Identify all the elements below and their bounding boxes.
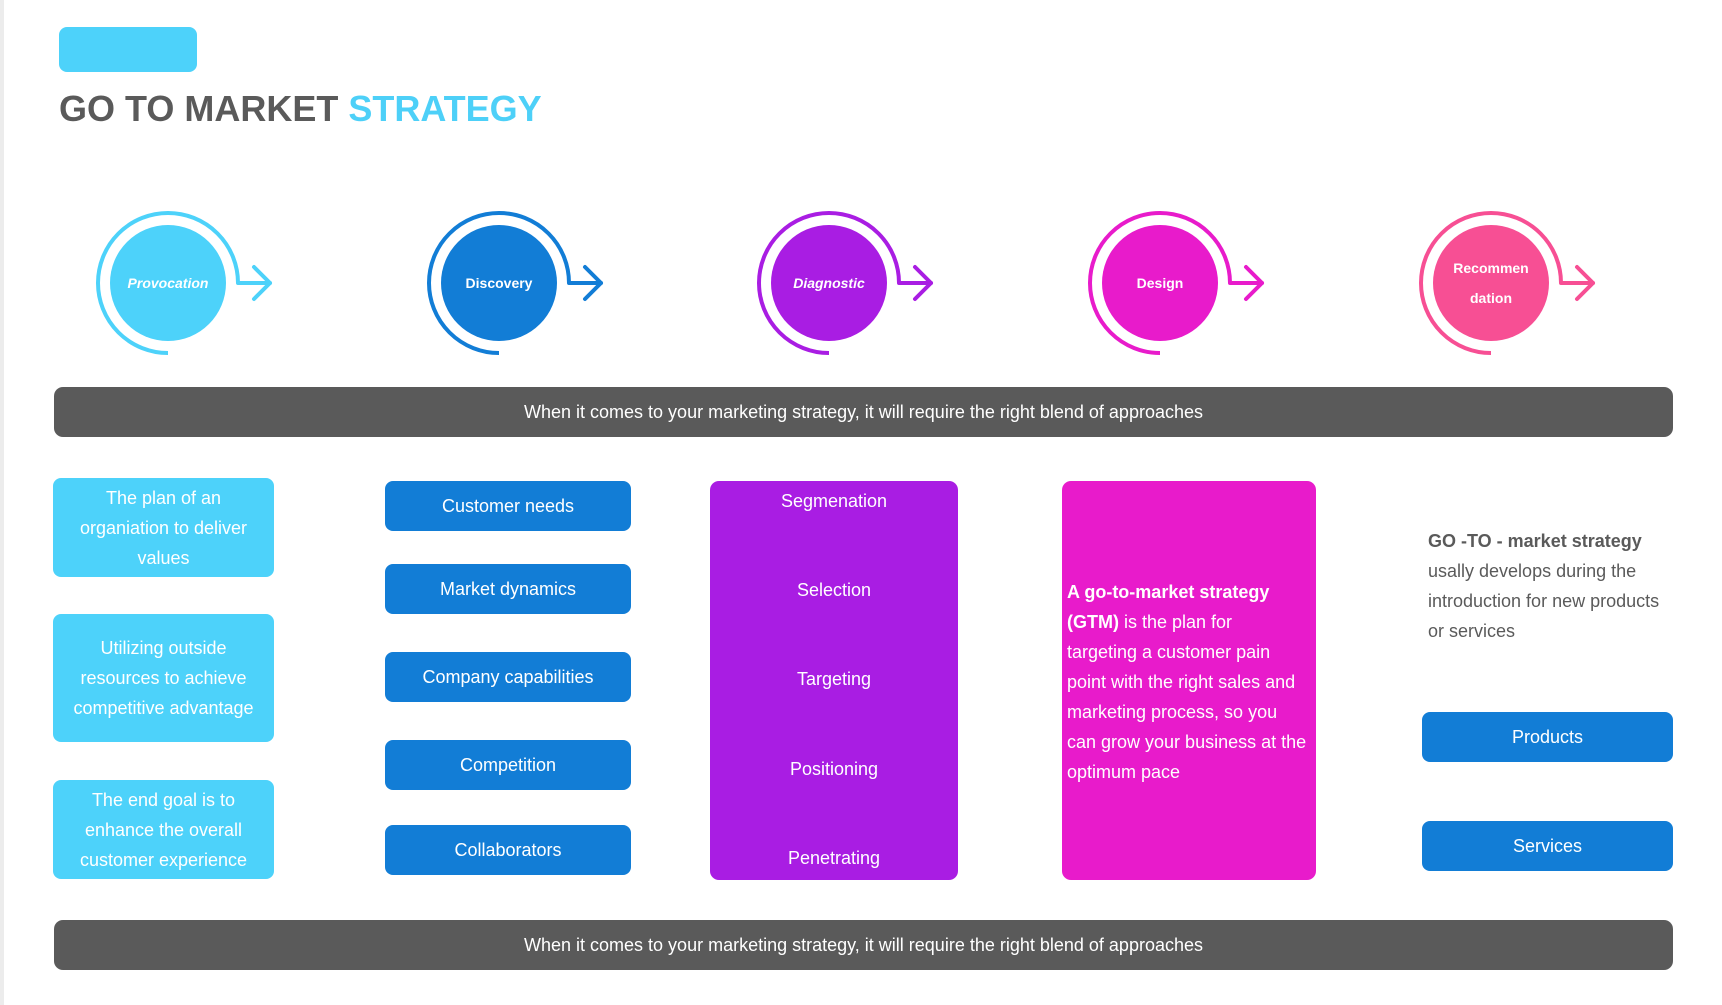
stp-panel: Segmenation Selection Targeting Position… [710, 481, 958, 880]
competition-button[interactable]: Competition [385, 740, 631, 790]
left-edge-strip [0, 0, 4, 1005]
market-dynamics-button[interactable]: Market dynamics [385, 564, 631, 614]
gtm-definition-panel: A go-to-market strategy (GTM) is the pla… [1062, 481, 1316, 880]
gtm-note-bold: GO -TO - market strategy [1428, 531, 1642, 551]
title-accent: STRATEGY [348, 88, 542, 129]
stage-label: Discovery [465, 275, 533, 291]
stp-item: Penetrating [787, 848, 881, 868]
services-button[interactable]: Services [1422, 821, 1673, 871]
button-label: Competition [459, 754, 557, 775]
header-accent-pill [59, 27, 197, 72]
gtm-definition-text: A go-to-market strategy (GTM) is the pla… [1067, 577, 1307, 787]
collaborators-button[interactable]: Collaborators [385, 825, 631, 875]
banner-top-text: When it comes to your marketing strategy… [524, 401, 1203, 422]
banner-top: When it comes to your marketing strategy… [54, 387, 1673, 437]
products-button[interactable]: Products [1422, 712, 1673, 762]
gtm-note: GO -TO - market strategy usally develops… [1428, 526, 1668, 646]
stage-provocation: Provocation [96, 211, 283, 362]
customer-needs-button[interactable]: Customer needs [385, 481, 631, 531]
button-label: Collaborators [454, 839, 562, 860]
stage-discovery: Discovery [427, 211, 614, 362]
stage-label: Diagnostic [793, 275, 865, 291]
button-label: Services [1512, 835, 1583, 856]
info-card-text: Utilizing outside resources to achieve c… [73, 638, 254, 718]
stp-item: Positioning [789, 759, 879, 779]
button-label: Customer needs [441, 495, 575, 516]
title-main: GO TO MARKET [59, 88, 349, 129]
stage-label: Provocation [127, 275, 209, 291]
company-capabilities-button[interactable]: Company capabilities [385, 652, 631, 702]
gtm-definition-body: is the plan for targeting a customer pai… [1067, 612, 1307, 782]
stage-design: Design [1088, 211, 1275, 362]
info-card: The end goal is to enhance the overall c… [53, 780, 274, 879]
gtm-note-body: usally develops during the introduction … [1428, 561, 1660, 641]
banner-bottom-text: When it comes to your marketing strategy… [524, 934, 1203, 955]
button-label: Market dynamics [439, 578, 577, 599]
stp-item: Segmenation [780, 491, 888, 511]
stage-label: Recommen dation [1453, 260, 1529, 306]
page-title: GO TO MARKET STRATEGY [59, 88, 542, 130]
stage-recommendation: Recommen dation [1419, 211, 1606, 362]
stp-item: Selection [796, 580, 872, 600]
info-card-text: The end goal is to enhance the overall c… [79, 789, 248, 870]
stp-item: Targeting [796, 669, 872, 689]
banner-bottom: When it comes to your marketing strategy… [54, 920, 1673, 970]
button-label: Company capabilities [422, 666, 594, 687]
info-card: Utilizing outside resources to achieve c… [53, 614, 274, 742]
stage-label: Design [1136, 275, 1184, 291]
info-card: The plan of an organiation to deliver va… [53, 478, 274, 577]
stage-diagnostic: Diagnostic [757, 211, 944, 362]
info-card-text: The plan of an organiation to deliver va… [79, 487, 248, 568]
button-label: Products [1511, 726, 1584, 747]
